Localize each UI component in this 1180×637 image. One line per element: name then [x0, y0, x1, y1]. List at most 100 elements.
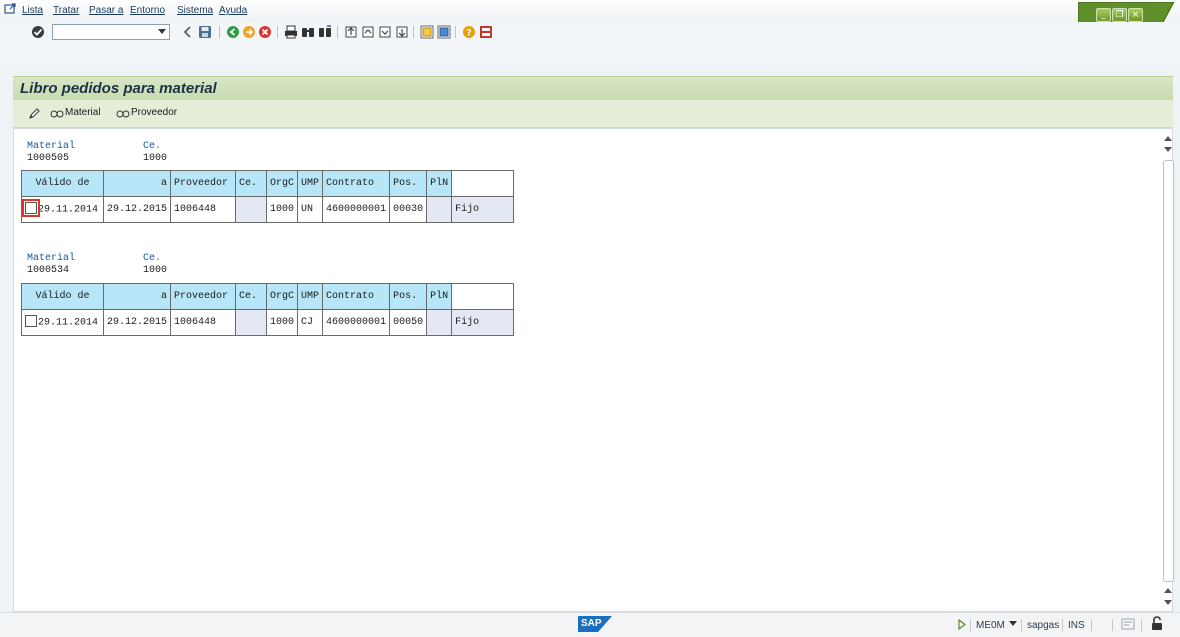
- command-input[interactable]: [53, 25, 159, 39]
- scrollbar-thumb[interactable]: [1163, 160, 1174, 582]
- last-page-icon[interactable]: [395, 25, 409, 39]
- cell-unit: CJ: [297, 309, 324, 336]
- col-unit: UMP: [297, 283, 324, 310]
- col-purch-org: OrgC: [266, 170, 299, 197]
- table-header-row: Válido de a Proveedor Ce. OrgC UMP Contr…: [21, 283, 515, 310]
- cell-item: 00050: [389, 309, 428, 336]
- close-icon[interactable]: ×: [1128, 8, 1143, 22]
- status-separator: [1112, 619, 1113, 631]
- col-valid-to: a: [102, 283, 172, 310]
- title-bar: Libro pedidos para material: [13, 76, 1173, 100]
- col-unit: UMP: [297, 170, 324, 197]
- chevron-down-icon[interactable]: [158, 29, 166, 34]
- vertical-scrollbar[interactable]: [1162, 136, 1174, 612]
- row-select-checkbox[interactable]: [22, 199, 40, 218]
- exit-icon[interactable]: [242, 25, 256, 39]
- scroll-left-icon[interactable]: [181, 25, 195, 39]
- server-name: sapgas: [1027, 620, 1060, 631]
- plant-value: 1000: [143, 153, 168, 164]
- col-empty: [451, 283, 515, 310]
- next-page-icon[interactable]: [378, 25, 392, 39]
- cell-plant: [235, 196, 268, 223]
- menu-box-icon[interactable]: [4, 3, 16, 15]
- scroll-page-down-icon[interactable]: [1164, 147, 1172, 152]
- cancel-icon[interactable]: [258, 25, 272, 39]
- page-title: Libro pedidos para material: [20, 80, 217, 97]
- cell-pln: [426, 196, 453, 223]
- shortcut-icon[interactable]: [437, 25, 451, 39]
- menu-tratar[interactable]: Tratar: [53, 5, 79, 16]
- menu-sistema[interactable]: Sistema: [177, 5, 213, 16]
- table-row: 29.11.2014 29.12.2015 1006448 1000 CJ 46…: [21, 309, 515, 336]
- cell-contract: 4600000001: [322, 196, 391, 223]
- row-select-checkbox[interactable]: [25, 315, 37, 328]
- material-value: 1000505: [27, 153, 70, 164]
- table-row: 29.11.2014 29.12.2015 1006448 1000 UN 46…: [21, 196, 515, 223]
- layout-icon[interactable]: [1121, 618, 1135, 630]
- restore-icon[interactable]: ❐: [1112, 8, 1127, 22]
- find-next-icon[interactable]: [318, 25, 332, 39]
- status-separator: [970, 619, 971, 631]
- scroll-up-icon[interactable]: [1164, 136, 1172, 141]
- valid-from-value: 29.11.2014: [38, 204, 99, 216]
- status-separator: [1141, 619, 1142, 631]
- status-separator: [1021, 619, 1022, 631]
- toolbar-separator: [277, 26, 278, 38]
- cell-plant: [235, 309, 268, 336]
- scroll-page-up-icon[interactable]: [1164, 588, 1172, 593]
- back-icon[interactable]: [226, 25, 240, 39]
- first-page-icon[interactable]: [344, 25, 358, 39]
- material-glasses-icon[interactable]: [50, 107, 64, 119]
- scroll-down-icon[interactable]: [1164, 600, 1172, 605]
- material-label: Material: [27, 253, 76, 264]
- create-session-icon[interactable]: [420, 25, 434, 39]
- menu-pasar-a[interactable]: Pasar a: [89, 5, 123, 16]
- save-icon[interactable]: [198, 25, 212, 39]
- col-vendor: Proveedor: [170, 170, 237, 197]
- print-icon[interactable]: [284, 25, 298, 39]
- source-list-table: Válido de a Proveedor Ce. OrgC UMP Contr…: [21, 283, 515, 336]
- find-icon[interactable]: [301, 25, 315, 39]
- minimize-icon[interactable]: _: [1096, 8, 1111, 22]
- table-header-row: Válido de a Proveedor Ce. OrgC UMP Contr…: [21, 170, 515, 197]
- chevron-down-icon[interactable]: [1009, 621, 1017, 626]
- cell-pln: [426, 309, 453, 336]
- status-separator: [1062, 619, 1063, 631]
- status-play-icon[interactable]: [958, 619, 966, 630]
- material-button[interactable]: Material: [65, 107, 101, 118]
- vendor-button[interactable]: Proveedor: [131, 107, 177, 118]
- lock-icon[interactable]: [1150, 616, 1164, 631]
- sap-logo-text: SAP: [581, 618, 602, 629]
- col-valid-from: Válido de: [21, 283, 104, 310]
- status-separator: [1091, 619, 1092, 631]
- menu-entorno[interactable]: Entorno: [130, 5, 165, 16]
- col-pln: PlN: [426, 283, 453, 310]
- pencil-icon[interactable]: [28, 107, 41, 120]
- col-valid-from: Válido de: [21, 170, 104, 197]
- cell-type: Fijo: [451, 309, 515, 336]
- cell-valid-from: 29.11.2014: [21, 309, 104, 336]
- command-field[interactable]: [52, 24, 170, 40]
- cell-purch-org: 1000: [266, 309, 299, 336]
- menu-bar: Lista Tratar Pasar a Entorno Sistema Ayu…: [0, 0, 1180, 22]
- menu-lista[interactable]: Lista: [22, 5, 43, 16]
- help-icon[interactable]: ?: [462, 25, 476, 39]
- col-item: Pos.: [389, 283, 428, 310]
- col-valid-to: a: [102, 170, 172, 197]
- vendor-glasses-icon[interactable]: [116, 107, 130, 119]
- cell-item: 00030: [389, 196, 428, 223]
- cell-vendor: 1006448: [170, 196, 237, 223]
- menu-ayuda[interactable]: Ayuda: [219, 5, 247, 16]
- enter-check-icon[interactable]: [31, 25, 45, 39]
- customize-layout-icon[interactable]: [479, 25, 493, 39]
- col-purch-org: OrgC: [266, 283, 299, 310]
- source-list-table: Válido de a Proveedor Ce. OrgC UMP Contr…: [21, 170, 515, 223]
- plant-label: Ce.: [143, 141, 162, 152]
- material-label: Material: [27, 141, 76, 152]
- col-pln: PlN: [426, 170, 453, 197]
- cell-valid-from: 29.11.2014: [21, 196, 104, 223]
- insert-mode: INS: [1068, 620, 1085, 631]
- cell-type: Fijo: [451, 196, 515, 223]
- col-item: Pos.: [389, 170, 428, 197]
- previous-page-icon[interactable]: [361, 25, 375, 39]
